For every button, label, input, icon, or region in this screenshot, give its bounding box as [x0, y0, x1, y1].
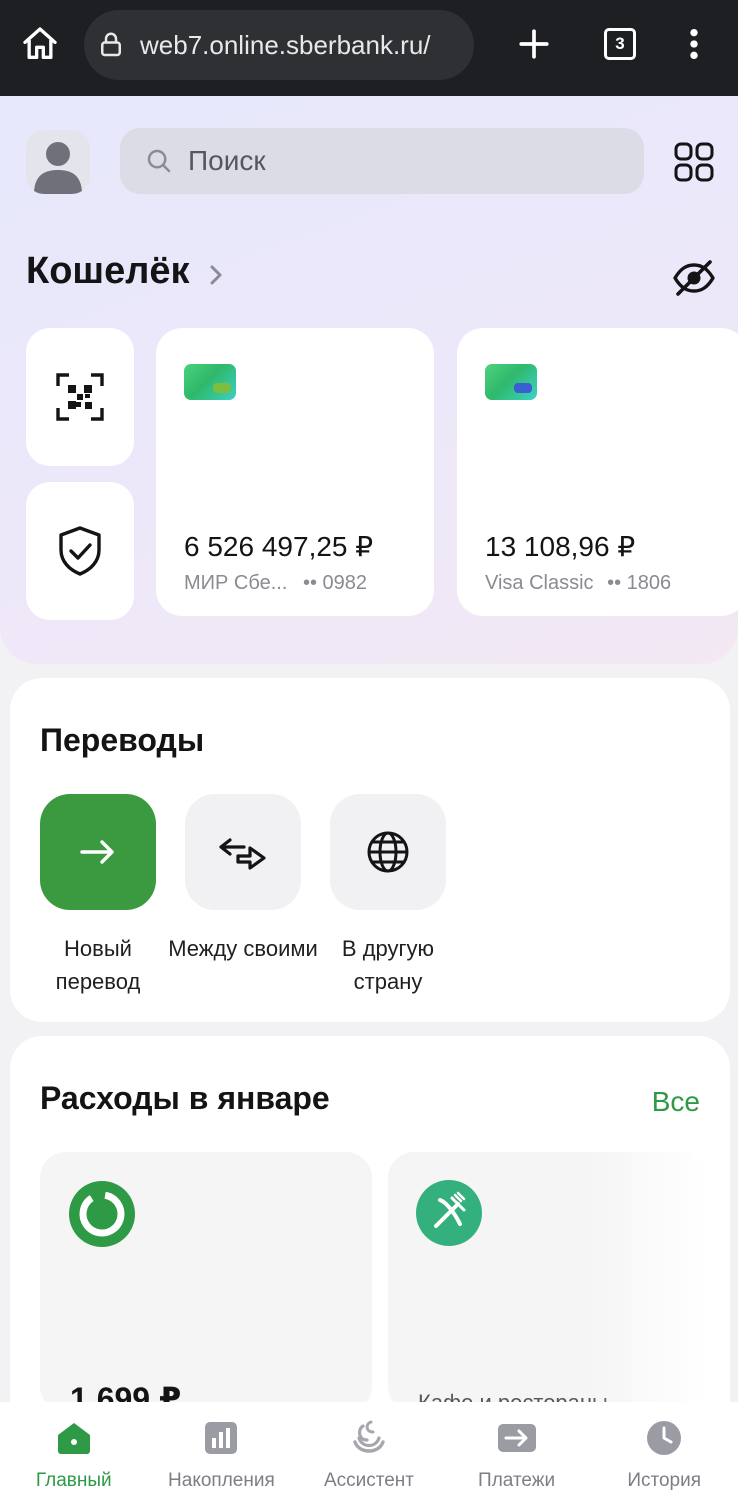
card-balance: 13 108,96 ₽ [485, 531, 636, 562]
card-image [184, 364, 236, 400]
transfer-label: Новый перевод [55, 936, 141, 994]
transfer-between-own[interactable]: Между своими [168, 794, 318, 965]
between-own-button[interactable] [185, 794, 301, 910]
new-transfer-button[interactable] [40, 794, 156, 910]
expense-total-tile[interactable]: 1 699 ₽ [40, 1152, 372, 1412]
card-name: Visa Classic [485, 572, 594, 594]
arrows-swap-icon [218, 834, 268, 870]
fork-knife-icon [416, 1180, 482, 1246]
home-icon[interactable] [16, 20, 64, 68]
fade-overlay [588, 1152, 708, 1412]
card-number: •• 1806 [607, 572, 672, 594]
card-visa[interactable]: 13 108,96 ₽ Visa Classic •• 1806 [457, 328, 738, 616]
abroad-button[interactable] [330, 794, 446, 910]
qr-scan-button[interactable] [26, 328, 134, 466]
nav-label: Накопления [168, 1470, 275, 1491]
card-info: Visa Classic •• 1806 [485, 572, 671, 595]
assistant-icon [349, 1420, 389, 1456]
transfers-title: Переводы [40, 722, 205, 758]
apps-grid-icon[interactable] [674, 142, 714, 182]
more-vert-icon[interactable] [670, 20, 718, 68]
nav-label: История [627, 1470, 702, 1491]
nav-home[interactable]: Главный [0, 1402, 148, 1502]
nav-assistant[interactable]: Ассистент [295, 1402, 443, 1502]
search-icon [144, 146, 174, 176]
nav-savings[interactable]: Накопления [148, 1402, 296, 1502]
search-placeholder: Поиск [188, 145, 266, 176]
card-number: •• 0982 [302, 572, 368, 594]
search-input[interactable]: Поиск [120, 128, 644, 194]
avatar[interactable] [26, 130, 90, 194]
transfer-new[interactable]: Новый перевод [40, 794, 156, 998]
nav-label: Ассистент [323, 1470, 414, 1491]
home-icon [55, 1420, 93, 1456]
transfer-label: Между своими [168, 936, 318, 961]
transfer-abroad[interactable]: В другую страну [330, 794, 446, 998]
globe-icon [365, 829, 411, 875]
card-balance: 6 526 497,25 ₽ [184, 531, 374, 562]
savings-chart-icon [204, 1420, 238, 1456]
transfers-panel: Переводы Новый перевод Между своими В др… [10, 678, 730, 1022]
nav-payments[interactable]: Платежи [443, 1402, 591, 1502]
card-image [485, 364, 537, 400]
transfer-label: В другую страну [341, 936, 435, 994]
nav-history[interactable]: История [590, 1402, 738, 1502]
card-name: МИР Сбе... [184, 572, 288, 594]
card-mir[interactable]: 6 526 497,25 ₽ МИР Сбе... •• 0982 [156, 328, 434, 616]
shield-check-icon [56, 525, 104, 577]
chevron-right-icon [208, 263, 224, 287]
lock-icon [96, 30, 126, 60]
browser-toolbar: web7.online.sberbank.ru/ 3 [0, 0, 738, 96]
expense-cafe-tile[interactable]: Кафе и рестораны [388, 1152, 708, 1412]
bottom-nav: Главный Накопления Ассистент Платежи Ист… [0, 1402, 738, 1502]
nav-label: Главный [35, 1470, 112, 1491]
donut-icon [68, 1180, 136, 1248]
wallet-title: Кошелёк [26, 250, 190, 292]
arrow-right-icon [78, 837, 118, 867]
payments-icon [497, 1420, 537, 1456]
wallet-title-link[interactable]: Кошелёк [26, 250, 224, 293]
eye-off-icon[interactable] [672, 258, 716, 298]
plus-icon[interactable] [510, 20, 558, 68]
tabs-icon: 3 [604, 28, 636, 60]
card-info: МИР Сбе... •• 0982 [184, 572, 367, 595]
tabs-button[interactable]: 3 [596, 20, 644, 68]
security-button[interactable] [26, 482, 134, 620]
url-text: web7.online.sberbank.ru/ [140, 29, 431, 60]
nav-label: Платежи [478, 1470, 556, 1491]
expenses-title: Расходы в январе [40, 1080, 330, 1116]
history-clock-icon [646, 1420, 682, 1456]
see-all-link[interactable]: Все [652, 1086, 700, 1118]
address-bar[interactable]: web7.online.sberbank.ru/ [84, 10, 474, 80]
qr-scan-icon [55, 372, 105, 422]
